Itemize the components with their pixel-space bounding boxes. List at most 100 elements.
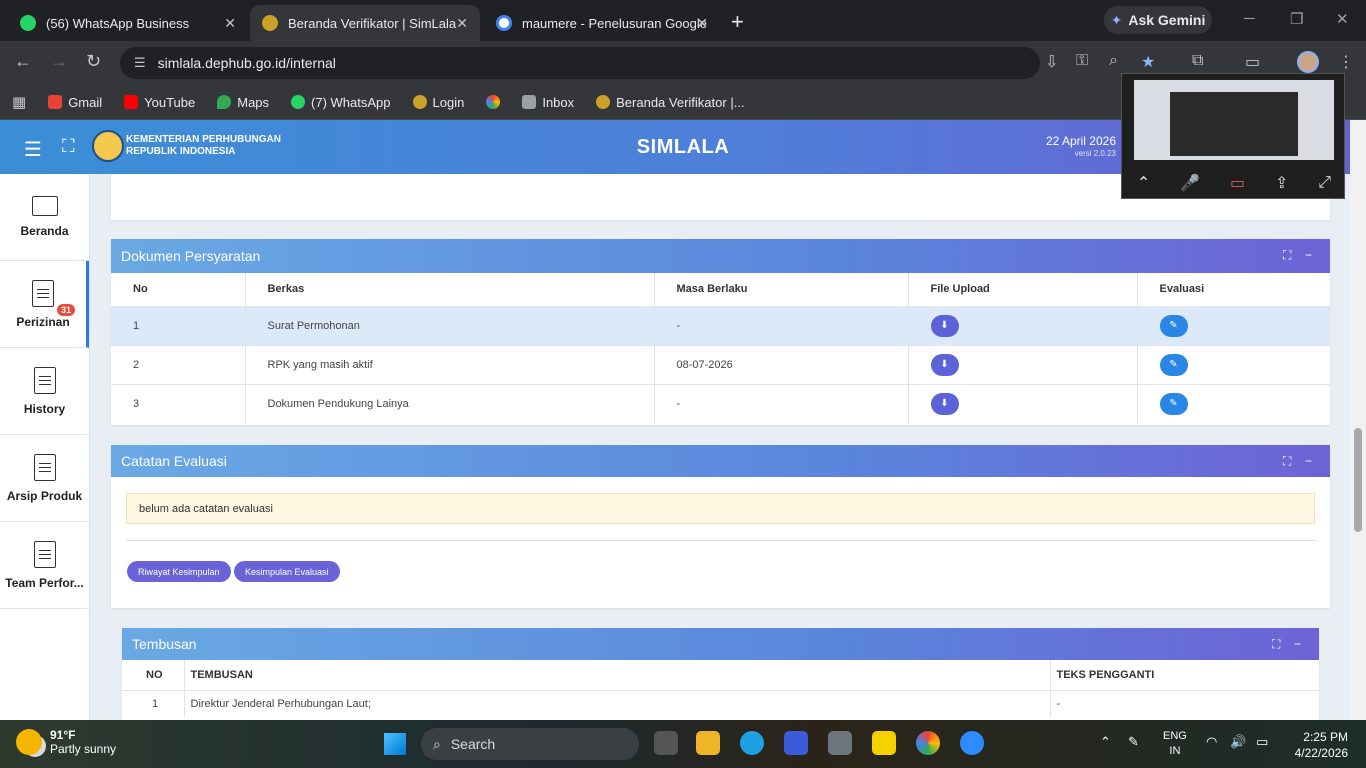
- sidebar-item-perizinan[interactable]: Perizinan 31: [0, 261, 89, 348]
- pip-window[interactable]: ⌃ 🎤 ▭ ⇪ ⤢: [1121, 73, 1345, 199]
- chevron-up-icon[interactable]: ⌃: [1100, 734, 1111, 750]
- gemini-label: Ask Gemini: [1128, 12, 1206, 28]
- evaluate-button[interactable]: ✎: [1159, 353, 1188, 376]
- maximize-icon[interactable]: ⛶: [1283, 454, 1291, 469]
- bookmark-beranda[interactable]: Beranda Verifikator |...: [596, 94, 745, 110]
- bookmark-gmail[interactable]: Gmail: [48, 95, 102, 110]
- cell-berkas: Surat Permohonan: [245, 305, 655, 345]
- camera-app-icon[interactable]: [828, 731, 852, 755]
- reload-icon[interactable]: ↻: [86, 51, 101, 72]
- site-info-icon[interactable]: ☰: [134, 55, 146, 71]
- menu-icon[interactable]: ⋮: [1338, 52, 1354, 72]
- clock-time: 2:25 PM: [1303, 730, 1348, 744]
- tab-whatsapp[interactable]: (56) WhatsApp Business ✕: [8, 5, 248, 41]
- download-button[interactable]: ⬇: [930, 314, 959, 337]
- maximize-icon[interactable]: ⛶: [1283, 248, 1291, 263]
- key-icon[interactable]: ⚿: [1076, 52, 1088, 70]
- bookmark-whatsapp[interactable]: (7) WhatsApp: [291, 95, 391, 110]
- bookmark-label: Maps: [237, 94, 270, 110]
- lang-line-1: ENG: [1163, 730, 1187, 742]
- card-header: Catatan Evaluasi ⛶ −: [111, 445, 1330, 477]
- tab-google[interactable]: maumere - Penelusuran Google ✕: [484, 5, 720, 41]
- new-tab-button[interactable]: +: [731, 9, 744, 35]
- evaluate-button[interactable]: ✎: [1159, 392, 1188, 415]
- column-header: No: [111, 273, 246, 306]
- sidebar-item-history[interactable]: History: [0, 348, 89, 435]
- restore-icon[interactable]: ❐: [1290, 10, 1303, 28]
- sidebar-item-label: Beranda: [20, 224, 69, 238]
- mic-off-icon[interactable]: 🎤: [1180, 173, 1200, 193]
- tembusan-table: NO TEMBUSAN TEKS PENGGANTI 1 Direktur Je…: [122, 660, 1319, 718]
- kesimpulan-evaluasi-button[interactable]: Kesimpulan Evaluasi: [234, 561, 340, 582]
- bookmark-youtube[interactable]: YouTube: [124, 95, 195, 110]
- volume-icon[interactable]: 🔊: [1230, 734, 1246, 750]
- cell-evaluasi: ✎: [1137, 305, 1330, 345]
- language-indicator[interactable]: ENG IN: [1163, 729, 1187, 759]
- windows-start-icon[interactable]: [384, 733, 406, 755]
- pip-controls: ⌃ 🎤 ▭ ⇪ ⤢: [1122, 166, 1346, 200]
- tembusan-card: Tembusan ⛶ − NO TEMBUSAN TEKS PENGGANTI …: [122, 628, 1319, 720]
- bookmark-inbox[interactable]: Inbox: [522, 95, 574, 110]
- download-button[interactable]: ⬇: [930, 353, 959, 376]
- collapse-icon[interactable]: −: [1305, 248, 1312, 262]
- sidebar-item-team-performance[interactable]: Team Perfor...: [0, 522, 89, 609]
- browser-tab-bar: (56) WhatsApp Business ✕ Beranda Verifik…: [0, 0, 1366, 41]
- search-icon: ⌕: [433, 735, 441, 752]
- edge-icon[interactable]: [740, 731, 764, 755]
- chevron-up-icon[interactable]: ⌃: [1137, 173, 1150, 193]
- close-icon[interactable]: ✕: [696, 15, 708, 32]
- profile-avatar[interactable]: [1297, 51, 1319, 73]
- back-icon[interactable]: ←: [14, 51, 32, 72]
- evaluate-button[interactable]: ✎: [1159, 314, 1188, 337]
- sidebar-item-beranda[interactable]: Beranda: [0, 174, 89, 261]
- maximize-icon[interactable]: ⛶: [1272, 637, 1280, 652]
- bookmark-login[interactable]: Login: [412, 95, 464, 110]
- collapse-icon[interactable]: −: [1305, 454, 1312, 468]
- scroll-thumb[interactable]: [1354, 428, 1362, 532]
- expand-icon[interactable]: ⤢: [1318, 174, 1331, 192]
- close-window-icon[interactable]: ✕: [1336, 10, 1349, 28]
- address-bar[interactable]: ☰ simlala.dephub.go.id/internal: [120, 47, 1040, 79]
- gmail-icon: [48, 95, 63, 109]
- riwayat-kesimpulan-button[interactable]: Riwayat Kesimpulan: [127, 561, 231, 582]
- copilot-icon[interactable]: [784, 731, 808, 755]
- close-icon[interactable]: ✕: [456, 15, 468, 32]
- close-icon[interactable]: ✕: [224, 15, 236, 32]
- download-icon: ⬇: [940, 359, 949, 370]
- bookmark-photos[interactable]: [486, 95, 501, 109]
- page-scrollbar[interactable]: [1350, 120, 1366, 720]
- zoom-app-icon[interactable]: [960, 731, 984, 755]
- download-button[interactable]: ⬇: [930, 392, 959, 415]
- collapse-icon[interactable]: −: [1294, 637, 1301, 651]
- battery-icon[interactable]: ▭: [1256, 734, 1268, 750]
- sidebar-item-arsip-produk[interactable]: Arsip Produk: [0, 435, 89, 522]
- card-header: Tembusan ⛶ −: [122, 628, 1319, 660]
- bookmark-label: Beranda Verifikator |...: [616, 94, 745, 110]
- column-header: File Upload: [908, 273, 1138, 306]
- wifi-icon[interactable]: ◠: [1206, 734, 1217, 750]
- ask-gemini-button[interactable]: ✦ Ask Gemini: [1104, 6, 1212, 34]
- bookmark-maps[interactable]: Maps: [217, 95, 269, 110]
- share-screen-icon[interactable]: ⇪: [1275, 173, 1288, 193]
- apps-grid-icon[interactable]: ▦: [12, 93, 26, 111]
- camera-off-icon[interactable]: ▭: [1230, 173, 1245, 193]
- lang-line-2: IN: [1169, 745, 1181, 757]
- install-icon[interactable]: ⇩: [1045, 52, 1058, 72]
- task-view-icon[interactable]: [654, 731, 678, 755]
- chrome-icon[interactable]: [916, 731, 940, 755]
- forward-icon[interactable]: →: [50, 51, 68, 72]
- minimize-icon[interactable]: ─: [1244, 10, 1255, 27]
- tab-search-icon[interactable]: ▭: [1245, 52, 1260, 72]
- bookmark-star-icon[interactable]: ★: [1141, 52, 1155, 72]
- weather-widget[interactable]: 91°F Partly sunny: [16, 728, 116, 756]
- extensions-icon[interactable]: ⧉: [1192, 52, 1203, 70]
- tab-simlala[interactable]: Beranda Verifikator | SimLala ✕: [250, 5, 480, 41]
- column-header: TEMBUSAN: [184, 660, 1051, 690]
- taskbar-search[interactable]: ⌕ Search: [421, 728, 639, 760]
- system-clock[interactable]: 2:25 PM 4/22/2026: [1288, 729, 1348, 761]
- pen-icon[interactable]: ✎: [1128, 734, 1139, 750]
- cell-no: 1: [111, 305, 246, 345]
- zoom-icon[interactable]: ⌕: [1109, 52, 1118, 70]
- file-explorer-icon[interactable]: [696, 731, 720, 755]
- sticky-notes-icon[interactable]: [872, 731, 896, 755]
